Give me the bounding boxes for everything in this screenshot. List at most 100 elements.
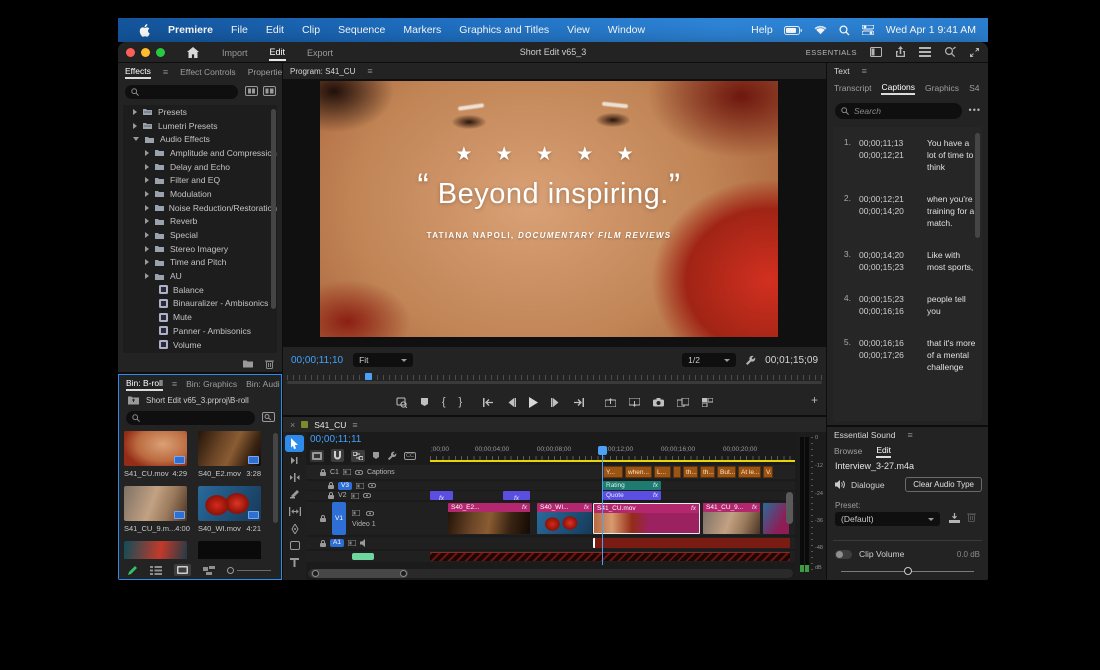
save-preset-icon[interactable] xyxy=(949,513,960,523)
video-clip-selected[interactable]: S41_CU.movfx xyxy=(593,503,700,534)
tab-bin-graphics[interactable]: Bin: Graphics xyxy=(186,376,237,391)
captions-more-options-icon[interactable]: ••• xyxy=(969,105,981,115)
tab-browse[interactable]: Browse xyxy=(834,443,862,458)
menu-edit[interactable]: Edit xyxy=(257,24,293,36)
menu-graphics-titles[interactable]: Graphics and Titles xyxy=(450,24,558,36)
tab-s4[interactable]: S4 xyxy=(969,80,979,95)
delete-preset-icon[interactable] xyxy=(967,512,976,522)
zoom-level-select[interactable]: Fit xyxy=(353,353,413,367)
linked-selection-icon[interactable] xyxy=(351,450,365,462)
effects-tree-item[interactable]: Delay and Echo xyxy=(123,160,277,174)
panel-menu-icon[interactable]: ≡ xyxy=(907,430,912,440)
menu-file[interactable]: File xyxy=(222,24,257,36)
track-output-icon[interactable] xyxy=(352,510,360,516)
chevron-right-icon[interactable] xyxy=(145,232,149,238)
minimize-window-button[interactable] xyxy=(141,48,150,57)
accelerated-effects-filter-icon[interactable] xyxy=(245,86,258,96)
effects-scrollbar[interactable] xyxy=(271,109,276,309)
menu-help[interactable]: Help xyxy=(742,24,782,36)
play-icon[interactable] xyxy=(529,397,538,408)
chevron-right-icon[interactable] xyxy=(145,273,149,279)
close-icon[interactable]: × xyxy=(290,420,295,430)
effects-tree-item[interactable]: Binauralizer - Ambisonics xyxy=(123,297,277,311)
caption-clip[interactable]: L... xyxy=(654,466,671,478)
search-bin-icon[interactable] xyxy=(262,412,275,422)
a2-track-header[interactable] xyxy=(306,551,430,562)
bin-search-input[interactable] xyxy=(126,411,255,425)
effects-tree-item[interactable]: Balance xyxy=(123,283,277,297)
wifi-icon[interactable] xyxy=(814,25,827,35)
panel-menu-icon[interactable]: ≡ xyxy=(352,420,357,430)
step-back-icon[interactable] xyxy=(507,398,516,407)
timeline-zoom-scrollbar[interactable] xyxy=(308,569,793,578)
caption-clip[interactable]: At le... xyxy=(738,466,761,478)
track-output-icon[interactable] xyxy=(356,483,364,489)
eye-icon[interactable] xyxy=(355,470,363,475)
effects-tree-item[interactable]: Noise Reduction/Restoration xyxy=(123,201,277,215)
tab-edit[interactable]: Edit xyxy=(269,44,287,61)
share-icon[interactable] xyxy=(895,46,906,58)
menu-bar-clock[interactable]: Wed Apr 1 9:41 AM xyxy=(886,24,976,36)
caption-entry[interactable]: 5. 00;00;16;1600;00;17;26 that it's more… xyxy=(839,337,978,373)
tab-bin-broll[interactable]: Bin: B-roll xyxy=(126,376,163,391)
panel-menu-icon[interactable]: ≡ xyxy=(367,66,372,76)
track-output-icon[interactable] xyxy=(343,469,351,475)
type-tool[interactable] xyxy=(283,554,306,571)
timeline-marker-icon[interactable] xyxy=(372,451,380,460)
menu-premiere[interactable]: Premiere xyxy=(159,24,222,36)
new-custom-bin-icon[interactable] xyxy=(242,359,254,368)
lock-icon[interactable] xyxy=(328,492,334,499)
home-icon[interactable] xyxy=(187,47,199,58)
workspace-label[interactable]: ESSENTIALS xyxy=(806,48,857,57)
caption-clip[interactable] xyxy=(673,466,681,478)
tab-import[interactable]: Import xyxy=(221,45,249,60)
effects-tree-item[interactable]: Amplitude and Compression xyxy=(123,146,277,160)
zoom-handle-right[interactable] xyxy=(400,570,407,577)
panel-menu-icon[interactable]: ≡ xyxy=(172,379,177,389)
caption-clip[interactable]: Y... xyxy=(603,466,623,478)
selection-tool[interactable] xyxy=(285,435,304,452)
timeline-timecode[interactable]: 00;00;11;11 xyxy=(310,434,361,445)
lift-icon[interactable] xyxy=(605,398,616,407)
track-output-icon[interactable] xyxy=(351,493,359,499)
lock-icon[interactable] xyxy=(320,469,326,476)
timeline-playhead[interactable] xyxy=(602,446,603,565)
close-window-button[interactable] xyxy=(126,48,135,57)
caption-track-header[interactable]: C1 Captions xyxy=(306,465,430,479)
effects-tree-item[interactable]: Panner - Ambisonics xyxy=(123,324,277,338)
apple-menu-icon[interactable] xyxy=(130,24,159,37)
chevron-right-icon[interactable] xyxy=(145,205,149,211)
menu-markers[interactable]: Markers xyxy=(394,24,450,36)
effects-tree-item[interactable]: Mute xyxy=(123,310,277,324)
caption-clip[interactable]: But... xyxy=(717,466,736,478)
bin-clip[interactable]: S40_WI.mov4:21 xyxy=(198,486,261,533)
chevron-right-icon[interactable] xyxy=(145,177,149,183)
effects-tree-item[interactable]: Volume xyxy=(123,338,277,352)
slip-tool[interactable] xyxy=(283,503,306,520)
v3-track-header[interactable]: V3 xyxy=(306,481,430,490)
effects-tree-item[interactable]: Audio Effects xyxy=(123,132,277,146)
track-select-forward-tool[interactable] xyxy=(283,452,306,469)
caption-entry[interactable]: 1. 00;00;11;1300;00;12;21 You have a lot… xyxy=(839,137,978,173)
caption-entry[interactable]: 3. 00;00;14;2000;00;15;23 Like with most… xyxy=(839,249,978,273)
effects-tree-item[interactable]: Time and Pitch xyxy=(123,256,277,270)
zoom-window-button[interactable] xyxy=(156,48,165,57)
chevron-right-icon[interactable] xyxy=(145,218,149,224)
captions-cc-icon[interactable]: CC xyxy=(404,452,416,460)
go-to-in-icon[interactable] xyxy=(483,398,494,407)
go-to-out-icon[interactable] xyxy=(573,398,584,407)
workspaces-icon[interactable] xyxy=(870,47,882,57)
tab-export[interactable]: Export xyxy=(306,45,334,60)
chevron-right-icon[interactable] xyxy=(133,109,137,115)
spotlight-search-icon[interactable] xyxy=(839,25,850,36)
tab-graphics[interactable]: Graphics xyxy=(925,80,959,95)
caption-clip[interactable]: when... xyxy=(625,466,652,478)
mark-out-icon[interactable]: } xyxy=(459,396,463,408)
muted-audio-clip[interactable] xyxy=(430,552,790,561)
bin-scrollbar[interactable] xyxy=(273,433,278,523)
pen-tool[interactable] xyxy=(283,520,306,537)
32bit-effects-filter-icon[interactable] xyxy=(263,86,276,96)
solo-button[interactable] xyxy=(352,553,374,560)
freeform-view-icon[interactable] xyxy=(203,566,215,575)
snap-icon[interactable] xyxy=(331,449,344,462)
